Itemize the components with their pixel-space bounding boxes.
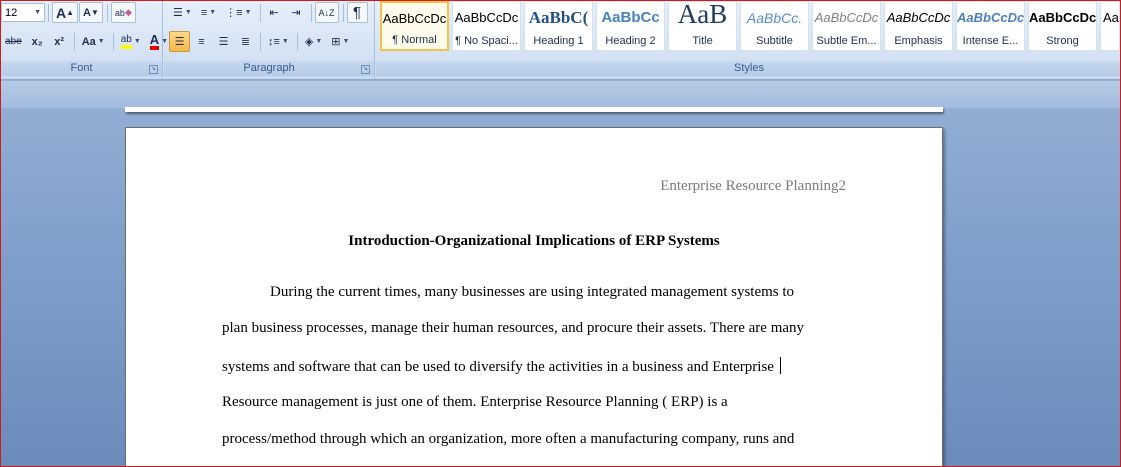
separator	[106, 3, 108, 22]
justify-icon: ≣	[240, 36, 251, 48]
numbering-button[interactable]: ≡ ▼	[197, 2, 220, 23]
sort-az-icon: A↓Z	[318, 7, 335, 18]
grow-font-button[interactable]: A ▲	[52, 2, 79, 23]
separator	[112, 32, 114, 51]
separator	[296, 32, 298, 51]
paragraph-line[interactable]: process/method through which an organiza…	[222, 431, 794, 448]
eraser-icon: ◆	[124, 7, 132, 17]
previous-page-bottom	[125, 107, 943, 112]
chevron-down-icon: ▼	[133, 38, 141, 45]
show-marks-button[interactable]: ¶	[346, 2, 368, 23]
sort-button[interactable]: A↓Z	[314, 2, 339, 23]
style-quote[interactable]: Aa	[1100, 1, 1120, 51]
indent-icon: ⇥	[291, 7, 301, 19]
paragraph-line[interactable]: plan business processes, manage their hu…	[222, 320, 804, 337]
style-emphasis[interactable]: AaBbCcDc Emphasis	[884, 1, 953, 51]
style-title[interactable]: AaB Title	[668, 1, 737, 51]
paragraph-line[interactable]: During the current times, many businesse…	[270, 284, 794, 301]
chevron-down-icon: ▼	[244, 9, 252, 16]
align-left-icon: ☰	[174, 36, 185, 48]
paragraph-group: ☰ ▼ ≡ ▼ ⋮≡ ▼ ⇤ ⇥ A↓Z ¶ ☰ ≡ ☰ ≣ ↕≡ ▼ ◈ ▼ ⊞ ▼	[164, 1, 375, 78]
increase-indent-button[interactable]: ⇥	[286, 2, 307, 23]
bullet-list-icon: ☰	[173, 7, 183, 19]
chevron-down-icon: ▼	[281, 38, 289, 45]
document-background	[1, 81, 1120, 108]
shrink-font-button[interactable]: A ▼	[79, 2, 103, 23]
line-spacing-button[interactable]: ↕≡ ▼	[264, 31, 293, 52]
strikethrough-button[interactable]: abe	[1, 31, 26, 52]
align-right-button[interactable]: ☰	[213, 31, 234, 52]
chevron-down-icon: ▼	[97, 38, 105, 45]
style-normal[interactable]: AaBbCcDc ¶ Normal	[380, 1, 449, 51]
chevron-down-icon[interactable]: ▼	[34, 9, 41, 16]
paragraph-line[interactable]: systems and software that can be used to…	[222, 359, 774, 375]
font-group-label: Font	[1, 61, 162, 76]
style-subtitle[interactable]: AaBbCc. Subtitle	[740, 1, 809, 51]
dialog-launcher-icon[interactable]: ↘	[361, 65, 370, 74]
separator	[259, 3, 261, 22]
line-spacing-icon: ↕≡	[268, 35, 280, 48]
word-window: 12 ▼ A ▲ A ▼ ab ◆ abe x₂ x² Aa ▼ ab ▼ A …	[0, 0, 1121, 467]
borders-button[interactable]: ⊞ ▼	[327, 31, 353, 52]
superscript-button[interactable]: x²	[49, 31, 70, 52]
styles-group: AaBbCcDc ¶ Normal AaBbCcDc ¶ No Spaci...…	[376, 1, 1120, 78]
style-heading-2[interactable]: AaBbCc Heading 2	[596, 1, 665, 51]
justify-button[interactable]: ≣	[235, 31, 256, 52]
separator	[342, 3, 344, 22]
document-page[interactable]: Enterprise Resource Planning2 Introducti…	[125, 127, 943, 466]
highlight-button[interactable]: ab ▼	[117, 31, 145, 52]
chevron-down-icon: ▼	[209, 9, 217, 16]
separator	[310, 3, 312, 22]
chevron-down-icon: ▼	[315, 38, 323, 45]
border-grid-icon: ⊞	[331, 36, 341, 48]
style-intense-emphasis[interactable]: AaBbCcDc Intense E...	[956, 1, 1025, 51]
decrease-indent-button[interactable]: ⇤	[264, 2, 285, 23]
align-left-button[interactable]: ☰	[169, 31, 190, 52]
multilevel-list-icon: ⋮≡	[225, 7, 243, 19]
clear-formatting-button[interactable]: ab ◆	[110, 2, 136, 23]
align-center-button[interactable]: ≡	[191, 31, 212, 52]
paint-bucket-icon: ◈	[304, 36, 314, 48]
text-cursor	[779, 357, 781, 374]
chevron-down-icon: ▼	[342, 38, 350, 45]
dialog-launcher-icon[interactable]: ↘	[149, 65, 158, 74]
numbered-list-icon: ≡	[200, 6, 208, 19]
separator	[73, 32, 75, 51]
align-right-icon: ☰	[218, 36, 229, 48]
font-size-box[interactable]: 12 ▼	[1, 3, 45, 22]
caret-down-icon: ▼	[91, 8, 99, 17]
caret-up-icon: ▲	[66, 8, 75, 17]
paragraph-group-label: Paragraph	[164, 61, 374, 76]
highlighter-icon: ab	[120, 34, 132, 49]
font-group: 12 ▼ A ▲ A ▼ ab ◆ abe x₂ x² Aa ▼ ab ▼ A …	[1, 1, 168, 78]
paragraph-line-with-cursor[interactable]: systems and software that can be used to…	[222, 357, 781, 376]
subscript-button[interactable]: x₂	[27, 31, 48, 52]
style-subtle-emphasis[interactable]: AaBbCcDc Subtle Em...	[812, 1, 881, 51]
document-heading[interactable]: Introduction-Organizational Implications…	[126, 233, 942, 250]
style-strong[interactable]: AaBbCcDc Strong	[1028, 1, 1097, 51]
outdent-icon: ⇤	[269, 7, 279, 19]
style-no-spacing[interactable]: AaBbCcDc ¶ No Spaci...	[452, 1, 521, 51]
shading-button[interactable]: ◈ ▼	[301, 31, 326, 52]
separator	[48, 3, 49, 22]
bullets-button[interactable]: ☰ ▼	[169, 2, 196, 23]
change-case-button[interactable]: Aa ▼	[78, 31, 109, 52]
ribbon: 12 ▼ A ▲ A ▼ ab ◆ abe x₂ x² Aa ▼ ab ▼ A …	[1, 1, 1120, 80]
styles-gallery: AaBbCcDc ¶ Normal AaBbCcDc ¶ No Spaci...…	[380, 1, 1120, 51]
multilevel-list-button[interactable]: ⋮≡ ▼	[221, 2, 255, 23]
page-header[interactable]: Enterprise Resource Planning2	[660, 178, 846, 195]
styles-group-label: Styles	[376, 61, 1120, 76]
align-center-icon: ≡	[198, 35, 205, 48]
style-heading-1[interactable]: AaBbC( Heading 1	[524, 1, 593, 51]
separator	[260, 32, 261, 51]
font-size-value: 12	[5, 6, 18, 19]
paragraph-line[interactable]: Resource management is just one of them.…	[222, 394, 728, 411]
chevron-down-icon: ▼	[184, 9, 192, 16]
